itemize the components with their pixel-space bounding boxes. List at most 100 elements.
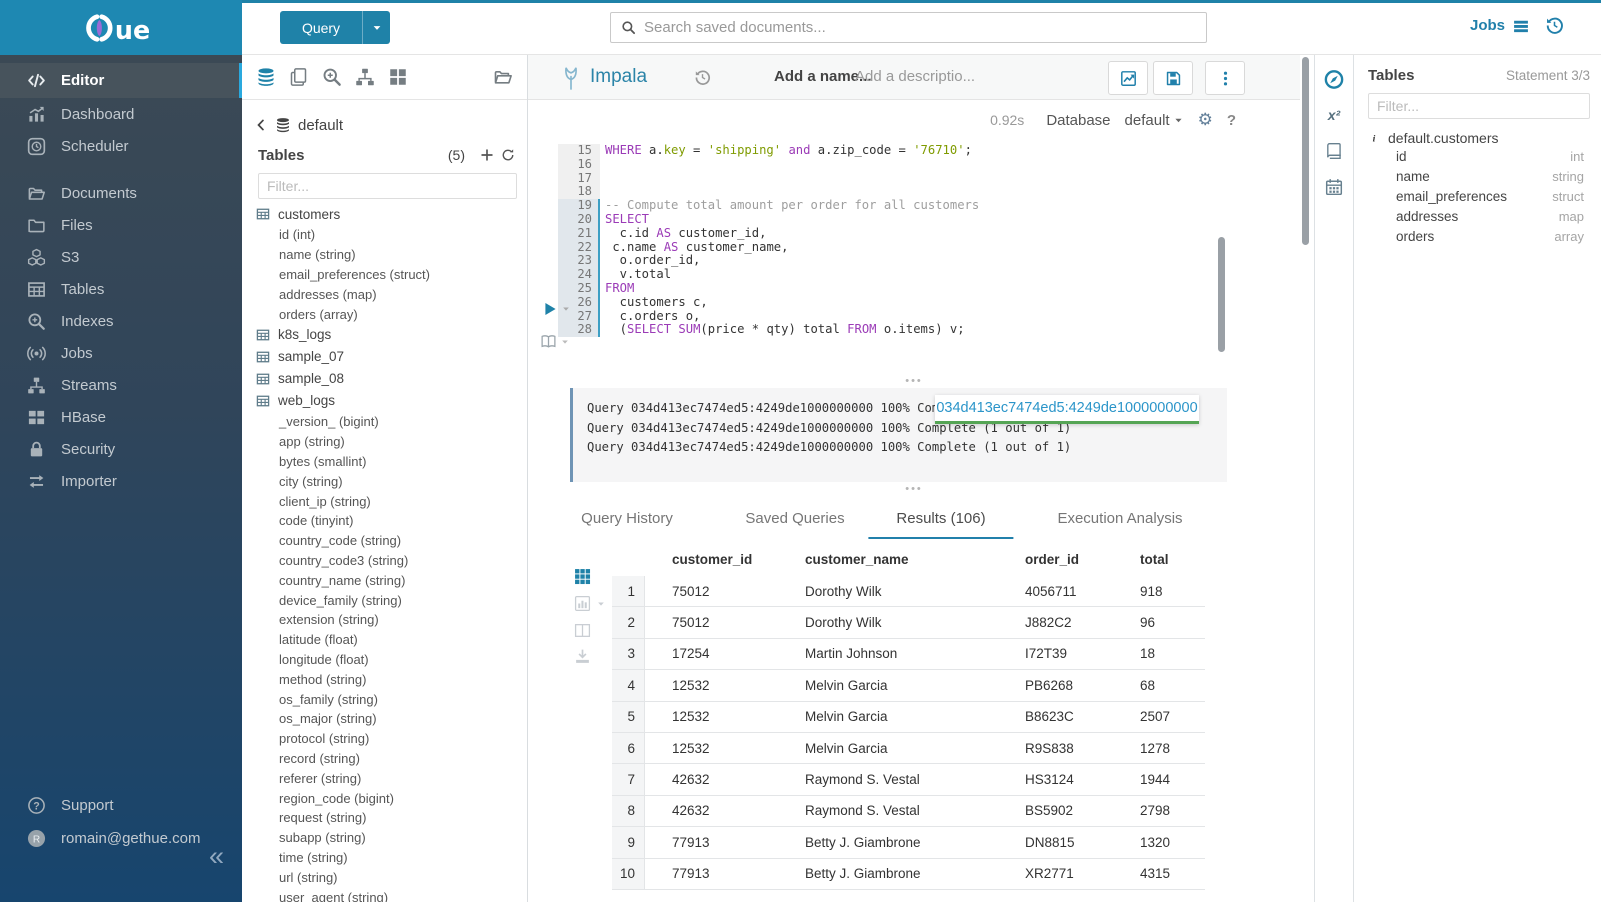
column-item[interactable]: city (string): [242, 471, 527, 491]
table-row[interactable]: 742632Raymond S. VestalHS31241944: [612, 764, 1205, 795]
table-row[interactable]: 317254Martin JohnsonI72T3918: [612, 639, 1205, 670]
right-column-id[interactable]: idint: [1368, 146, 1590, 166]
column-item[interactable]: device_family (string): [242, 590, 527, 610]
more-actions-button[interactable]: [1205, 61, 1245, 95]
column-item[interactable]: _version_ (bigint): [242, 412, 527, 432]
chart-view-icon[interactable]: [574, 595, 591, 612]
back-chevron-icon[interactable]: [254, 118, 268, 132]
language-reference-icon[interactable]: [1325, 142, 1343, 160]
table-row[interactable]: 1077913Betty J. GiambroneXR27714315: [612, 859, 1205, 890]
table-row[interactable]: 512532Melvin GarciaB8623C2507: [612, 702, 1205, 733]
main-scrollbar[interactable]: [1302, 57, 1309, 245]
assistant-compass-icon[interactable]: [1324, 69, 1345, 90]
table-item-sample_08[interactable]: sample_08: [242, 368, 527, 390]
sql-code-editor[interactable]: 15WHERE a.key = 'shipping' and a.zip_cod…: [528, 140, 1300, 376]
nav-item-indexes[interactable]: Indexes: [0, 305, 242, 337]
column-item[interactable]: request (string): [242, 808, 527, 828]
right-column-name[interactable]: namestring: [1368, 166, 1590, 186]
schedule-icon[interactable]: [1325, 178, 1343, 196]
query-history-icon[interactable]: [1545, 16, 1564, 35]
assist-databases-icon[interactable]: [256, 67, 276, 87]
active-table-row[interactable]: i default.customers: [1368, 130, 1590, 146]
help-icon[interactable]: ?: [1227, 112, 1236, 129]
column-item[interactable]: protocol (string): [242, 729, 527, 749]
table-row[interactable]: 842632Raymond S. VestalBS59022798: [612, 796, 1205, 827]
assist-apps-icon[interactable]: [388, 67, 408, 87]
execute-query-button[interactable]: [542, 301, 571, 317]
caret-down-icon[interactable]: [596, 599, 606, 609]
refresh-tables-icon[interactable]: [501, 148, 515, 162]
engine-name[interactable]: Impala: [590, 66, 647, 88]
global-search[interactable]: [610, 12, 1207, 43]
column-item[interactable]: app (string): [242, 432, 527, 452]
footer-item-support[interactable]: ?Support: [0, 789, 242, 822]
assist-sitemap-icon[interactable]: [355, 67, 375, 87]
tab-execution-analysis[interactable]: Execution Analysis: [1029, 510, 1210, 537]
column-item[interactable]: referer (string): [242, 768, 527, 788]
tab-query-history[interactable]: Query History: [553, 510, 701, 537]
column-item[interactable]: name (string): [242, 245, 527, 265]
search-input[interactable]: [644, 19, 1196, 36]
column-item[interactable]: os_family (string): [242, 689, 527, 709]
table-item-customers[interactable]: customers: [242, 203, 527, 225]
results-resize-handle[interactable]: •••: [528, 485, 1300, 493]
query-id-popover[interactable]: 034d413ec7474ed5:4249de1000000000: [935, 395, 1199, 424]
table-row[interactable]: 175012Dorothy Wilk4056711918: [612, 576, 1205, 607]
nav-item-s3[interactable]: S3: [0, 241, 242, 273]
assist-folder-icon[interactable]: [493, 67, 513, 87]
database-name[interactable]: default: [298, 117, 343, 134]
new-query-button[interactable]: Query: [280, 11, 390, 44]
column-item[interactable]: record (string): [242, 749, 527, 769]
column-item[interactable]: bytes (smallint): [242, 452, 527, 472]
nav-item-importer[interactable]: Importer: [0, 465, 242, 497]
table-row[interactable]: 412532Melvin GarciaPB626868: [612, 670, 1205, 701]
table-item-sample_07[interactable]: sample_07: [242, 346, 527, 368]
jobs-link[interactable]: Jobs: [1470, 17, 1505, 34]
tab-results-106-[interactable]: Results (106): [868, 510, 1013, 539]
jobs-tray-icon[interactable]: [1512, 18, 1530, 35]
grid-view-icon[interactable]: [574, 568, 591, 585]
download-results-icon[interactable]: [574, 648, 591, 665]
nav-item-security[interactable]: Security: [0, 433, 242, 465]
collapse-sidebar-icon[interactable]: «: [209, 843, 224, 870]
column-item[interactable]: latitude (float): [242, 630, 527, 650]
right-column-orders[interactable]: ordersarray: [1368, 227, 1590, 247]
column-item[interactable]: longitude (float): [242, 650, 527, 670]
footer-item-romain[interactable]: Rromain@gethue.com: [0, 822, 242, 855]
nav-item-documents[interactable]: Documents: [0, 177, 242, 209]
database-selector[interactable]: default: [1125, 112, 1184, 129]
nav-item-files[interactable]: Files: [0, 209, 242, 241]
nav-item-jobs[interactable]: Jobs: [0, 337, 242, 369]
nav-item-hbase[interactable]: HBase: [0, 401, 242, 433]
columns-view-icon[interactable]: [574, 622, 591, 639]
add-table-icon[interactable]: [480, 148, 494, 162]
functions-icon[interactable]: x²: [1328, 107, 1340, 123]
right-column-addresses[interactable]: addressesmap: [1368, 207, 1590, 227]
settings-gear-icon[interactable]: ⚙: [1198, 110, 1213, 130]
column-item[interactable]: country_name (string): [242, 570, 527, 590]
column-item[interactable]: client_ip (string): [242, 491, 527, 511]
column-item[interactable]: orders (array): [242, 304, 527, 324]
column-item[interactable]: subapp (string): [242, 828, 527, 848]
table-row[interactable]: 612532Melvin GarciaR9S8381278: [612, 733, 1205, 764]
save-query-button[interactable]: [1153, 61, 1193, 95]
snippet-history-icon[interactable]: [694, 69, 711, 86]
nav-item-dashboard[interactable]: Dashboard: [0, 98, 242, 130]
assist-documents-icon[interactable]: [289, 67, 309, 87]
language-reference-button[interactable]: [540, 333, 570, 350]
query-dropdown[interactable]: [362, 11, 390, 44]
column-item[interactable]: url (string): [242, 867, 527, 887]
right-filter-input[interactable]: [1368, 93, 1590, 119]
column-item[interactable]: id (int): [242, 225, 527, 245]
table-row[interactable]: 275012Dorothy WilkJ882C296: [612, 607, 1205, 638]
column-item[interactable]: addresses (map): [242, 284, 527, 304]
column-item[interactable]: code (tinyint): [242, 511, 527, 531]
right-column-email_preferences[interactable]: email_preferencesstruct: [1368, 186, 1590, 206]
column-item[interactable]: region_code (bigint): [242, 788, 527, 808]
table-row[interactable]: 977913Betty J. GiambroneDN88151320: [612, 827, 1205, 858]
tables-filter-input[interactable]: [258, 173, 517, 199]
query-description-field[interactable]: Add a descriptio...: [855, 68, 975, 85]
log-resize-handle[interactable]: •••: [528, 377, 1300, 385]
table-item-web_logs[interactable]: web_logs: [242, 390, 527, 412]
column-item[interactable]: method (string): [242, 669, 527, 689]
